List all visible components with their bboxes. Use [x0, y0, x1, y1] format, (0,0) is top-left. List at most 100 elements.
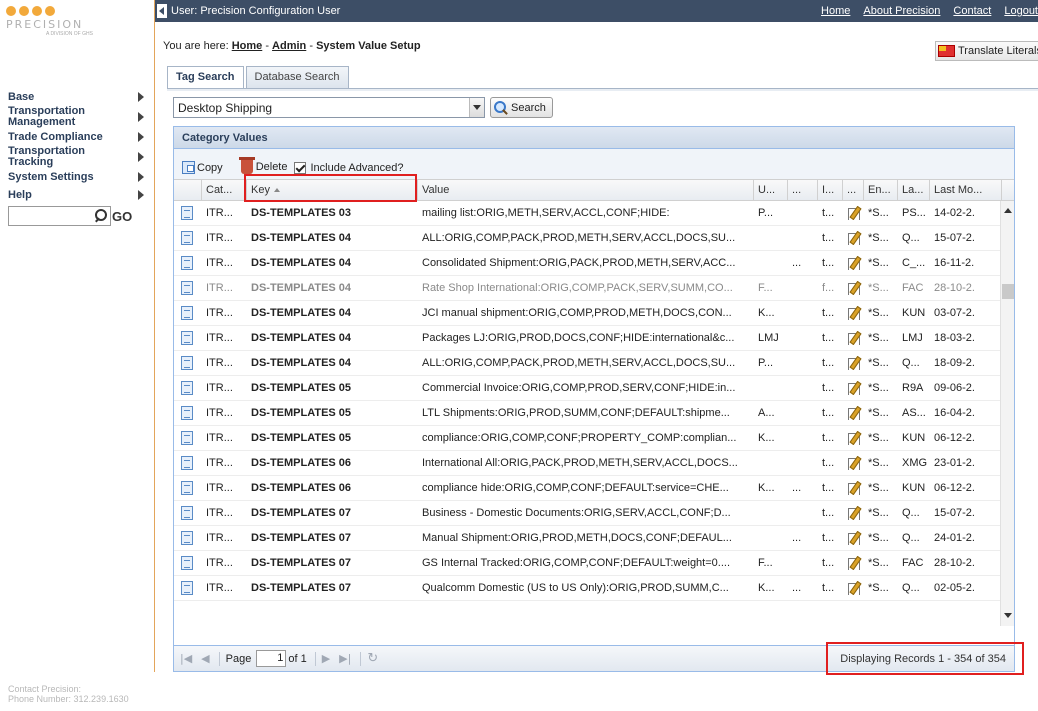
table-row[interactable]: ITR... DS-TEMPLATES 05 compliance:ORIG,COM…	[174, 426, 1014, 451]
contact-link[interactable]: Contact	[953, 5, 991, 17]
table-row[interactable]: ITR... DS-TEMPLATES 07 GS Internal Tracked…	[174, 551, 1014, 576]
table-row[interactable]: ITR... DS-TEMPLATES 03 mailing list:ORIG,M…	[174, 201, 1014, 226]
edit-icon[interactable]	[847, 456, 861, 470]
chevron-right-icon	[138, 92, 144, 102]
edit-icon[interactable]	[847, 556, 861, 570]
edit-icon[interactable]	[847, 531, 861, 545]
go-button[interactable]: GO	[112, 209, 132, 224]
table-row[interactable]: ITR... DS-TEMPLATES 04 ALL:ORIG,COMP,PACK,…	[174, 226, 1014, 251]
table-row[interactable]: ITR... DS-TEMPLATES 07 Business - Domestic…	[174, 501, 1014, 526]
breadcrumb-admin[interactable]: Admin	[272, 40, 306, 52]
table-row[interactable]: ITR... DS-TEMPLATES 05 LTL Shipments:ORIG,…	[174, 401, 1014, 426]
edit-icon[interactable]	[847, 281, 861, 295]
column-header-category[interactable]: Cat...	[202, 180, 247, 200]
sidebar-item-transportation-tracking[interactable]: Transportation Tracking	[0, 146, 154, 168]
include-advanced-checkbox[interactable]: Include Advanced?	[294, 162, 403, 174]
document-icon[interactable]	[181, 556, 193, 570]
table-row[interactable]: ITR... DS-TEMPLATES 05 Commercial Invoice:…	[174, 376, 1014, 401]
edit-icon[interactable]	[847, 506, 861, 520]
sidebar-item-base[interactable]: Base	[0, 88, 154, 106]
edit-icon[interactable]	[847, 381, 861, 395]
document-icon[interactable]	[181, 331, 193, 345]
logout-link[interactable]: Logout	[1004, 5, 1038, 17]
edit-icon[interactable]	[847, 206, 861, 220]
sidebar-item-trade-compliance[interactable]: Trade Compliance	[0, 128, 154, 146]
breadcrumb-home[interactable]: Home	[232, 40, 263, 52]
dropdown-trigger[interactable]	[469, 98, 484, 117]
sidebar-item-transportation-management[interactable]: Transportation Management	[0, 106, 154, 128]
document-icon[interactable]	[181, 306, 193, 320]
edit-icon[interactable]	[847, 356, 861, 370]
document-icon[interactable]	[181, 356, 193, 370]
document-icon[interactable]	[181, 506, 193, 520]
cell-icon	[174, 306, 202, 320]
document-icon[interactable]	[181, 406, 193, 420]
scroll-up-icon[interactable]	[1004, 208, 1012, 213]
precision-logo[interactable]: PRECISION A DIVISION OF GHS	[0, 0, 154, 48]
edit-icon[interactable]	[847, 581, 861, 595]
about-precision-link[interactable]: About Precision	[863, 5, 940, 17]
edit-icon[interactable]	[847, 231, 861, 245]
table-row[interactable]: ITR... DS-TEMPLATES 04 ALL:ORIG,COMP,PACK,…	[174, 351, 1014, 376]
table-row[interactable]: ITR... DS-TEMPLATES 06 compliance hide:ORI…	[174, 476, 1014, 501]
edit-icon[interactable]	[847, 331, 861, 345]
refresh-icon[interactable]: ↻	[367, 651, 378, 666]
scroll-thumb[interactable]	[1002, 284, 1014, 299]
table-row[interactable]: ITR... DS-TEMPLATES 07 Qualcomm Domestic (…	[174, 576, 1014, 601]
edit-icon[interactable]	[847, 431, 861, 445]
cell-u: P...	[758, 357, 774, 369]
grid-scrollbar[interactable]	[1000, 201, 1014, 626]
edit-icon[interactable]	[847, 306, 861, 320]
column-header-col6[interactable]: ...	[788, 180, 818, 200]
translate-literals-button[interactable]: Translate Literals	[935, 41, 1038, 61]
document-icon[interactable]	[181, 531, 193, 545]
cell-u: K...	[758, 482, 775, 494]
sidebar-item-system-settings[interactable]: System Settings	[0, 168, 154, 186]
next-page-icon[interactable]: ▶	[322, 652, 330, 665]
grid-rows: ITR... DS-TEMPLATES 03 mailing list:ORIG,M…	[174, 201, 1014, 601]
column-header-en[interactable]: En...	[864, 180, 898, 200]
document-icon[interactable]	[181, 206, 193, 220]
table-row[interactable]: ITR... DS-TEMPLATES 04 Packages LJ:ORIG,PR…	[174, 326, 1014, 351]
document-icon[interactable]	[181, 281, 193, 295]
trash-icon	[238, 157, 255, 174]
document-icon[interactable]	[181, 231, 193, 245]
edit-icon[interactable]	[847, 406, 861, 420]
edit-icon[interactable]	[847, 481, 861, 495]
document-icon[interactable]	[181, 581, 193, 595]
cell-edit	[843, 581, 864, 595]
document-icon[interactable]	[181, 456, 193, 470]
table-row[interactable]: ITR... DS-TEMPLATES 07 Manual Shipment:ORI…	[174, 526, 1014, 551]
column-header-i[interactable]: I...	[818, 180, 843, 200]
home-link[interactable]: Home	[821, 5, 850, 17]
tab-tag-search[interactable]: Tag Search	[167, 66, 244, 90]
first-page-icon[interactable]: |◀	[180, 652, 192, 665]
table-row[interactable]: ITR... DS-TEMPLATES 04 Rate Shop Internati…	[174, 276, 1014, 301]
scroll-down-icon[interactable]	[1004, 613, 1012, 618]
search-icon[interactable]	[94, 209, 108, 223]
document-icon[interactable]	[181, 381, 193, 395]
sidebar-item-help[interactable]: Help	[0, 186, 154, 204]
document-icon[interactable]	[181, 481, 193, 495]
column-header-u[interactable]: U...	[754, 180, 788, 200]
document-icon[interactable]	[181, 256, 193, 270]
document-icon[interactable]	[181, 431, 193, 445]
page-number-input[interactable]: 1	[256, 650, 287, 667]
copy-button[interactable]: Copy	[182, 161, 223, 174]
search-button[interactable]: Search	[490, 97, 553, 118]
category-select[interactable]: Desktop Shipping	[173, 97, 485, 118]
column-header-col8[interactable]: ...	[843, 180, 864, 200]
table-row[interactable]: ITR... DS-TEMPLATES 06 International All:O…	[174, 451, 1014, 476]
last-page-icon[interactable]: ▶|	[339, 652, 351, 665]
column-header-key[interactable]: Key	[247, 180, 418, 200]
previous-page-icon[interactable]: ◀	[201, 652, 209, 665]
delete-button[interactable]: Delete	[238, 157, 287, 174]
table-row[interactable]: ITR... DS-TEMPLATES 04 Consolidated Shipme…	[174, 251, 1014, 276]
edit-icon[interactable]	[847, 256, 861, 270]
column-header-last-modified[interactable]: Last Mo...	[930, 180, 1002, 200]
column-header-value[interactable]: Value	[418, 180, 754, 200]
tab-database-search[interactable]: Database Search	[245, 66, 349, 88]
table-row[interactable]: ITR... DS-TEMPLATES 04 JCI manual shipment…	[174, 301, 1014, 326]
collapse-sidebar-icon[interactable]	[157, 4, 167, 18]
column-header-la[interactable]: La...	[898, 180, 930, 200]
